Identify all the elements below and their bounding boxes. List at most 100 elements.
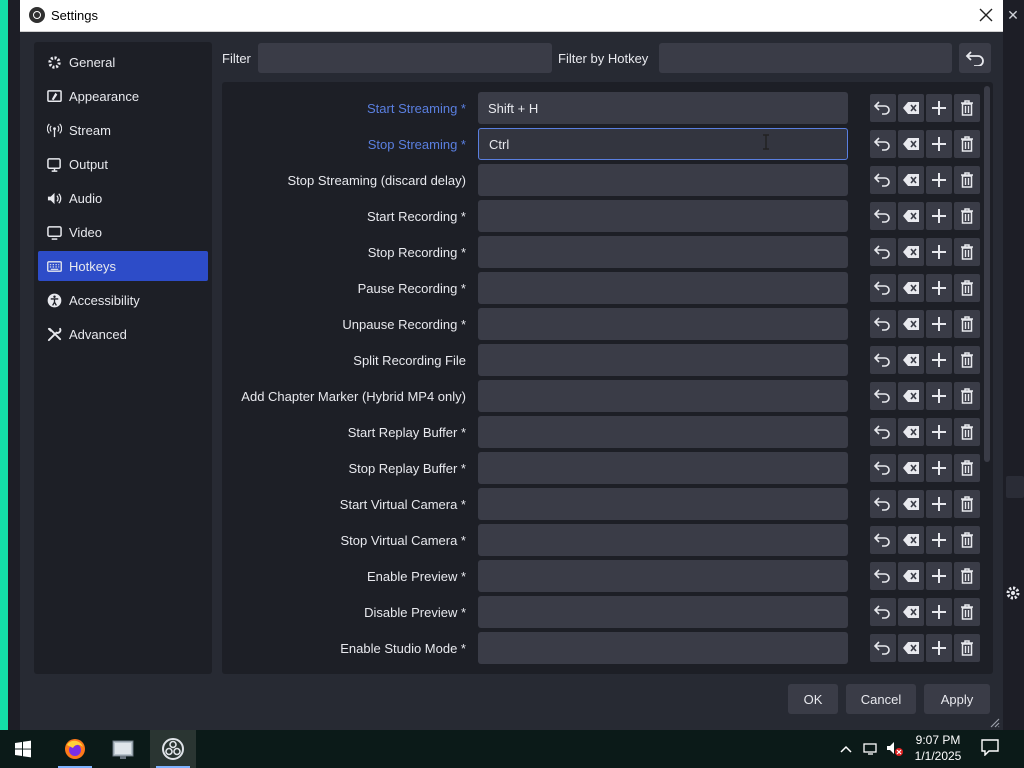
add-hotkey-button[interactable] xyxy=(926,94,952,122)
add-hotkey-button[interactable] xyxy=(926,382,952,410)
remove-hotkey-button[interactable] xyxy=(954,202,980,230)
hotkey-input[interactable] xyxy=(478,596,848,628)
hotkey-input[interactable]: Ctrl xyxy=(478,128,848,160)
sidebar-item-audio[interactable]: Audio xyxy=(38,183,208,213)
sidebar-item-general[interactable]: General xyxy=(38,47,208,77)
sidebar-item-appearance[interactable]: Appearance xyxy=(38,81,208,111)
sidebar-item-advanced[interactable]: Advanced xyxy=(38,319,208,349)
add-hotkey-button[interactable] xyxy=(926,346,952,374)
remove-hotkey-button[interactable] xyxy=(954,94,980,122)
hotkey-input[interactable] xyxy=(478,488,848,520)
filter-input[interactable] xyxy=(258,43,552,73)
background-dock-icon[interactable] xyxy=(1006,476,1024,498)
clear-button[interactable] xyxy=(898,130,924,158)
system-clock[interactable]: 9:07 PM 1/1/2025 xyxy=(906,732,970,764)
ok-button[interactable]: OK xyxy=(788,684,838,714)
sidebar-item-hotkeys[interactable]: Hotkeys xyxy=(38,251,208,281)
revert-button[interactable] xyxy=(870,418,896,446)
resize-grip-icon[interactable] xyxy=(988,716,1000,728)
revert-button[interactable] xyxy=(870,130,896,158)
hotkey-input[interactable] xyxy=(478,380,848,412)
hotkey-input[interactable]: Shift + H xyxy=(478,92,848,124)
hotkey-input[interactable] xyxy=(478,344,848,376)
clear-button[interactable] xyxy=(898,166,924,194)
hotkey-input[interactable] xyxy=(478,164,848,196)
clear-button[interactable] xyxy=(898,598,924,626)
clear-button[interactable] xyxy=(898,382,924,410)
hotkey-input[interactable] xyxy=(478,308,848,340)
obs-icon[interactable] xyxy=(150,730,196,768)
hotkey-input[interactable] xyxy=(478,416,848,448)
add-hotkey-button[interactable] xyxy=(926,526,952,554)
remove-hotkey-button[interactable] xyxy=(954,418,980,446)
add-hotkey-button[interactable] xyxy=(926,130,952,158)
apply-button[interactable]: Apply xyxy=(924,684,990,714)
background-gear-icon[interactable] xyxy=(1004,582,1022,604)
network-icon[interactable] xyxy=(860,730,882,768)
filter-by-hotkey-input[interactable] xyxy=(659,43,952,73)
revert-button[interactable] xyxy=(870,562,896,590)
revert-button[interactable] xyxy=(870,238,896,266)
add-hotkey-button[interactable] xyxy=(926,634,952,662)
sidebar-item-stream[interactable]: Stream xyxy=(38,115,208,145)
revert-button[interactable] xyxy=(870,274,896,302)
close-icon[interactable] xyxy=(975,4,997,26)
notifications-icon[interactable] xyxy=(980,738,1004,760)
remove-hotkey-button[interactable] xyxy=(954,166,980,194)
clear-button[interactable] xyxy=(898,490,924,518)
sidebar-item-accessibility[interactable]: Accessibility xyxy=(38,285,208,315)
remove-hotkey-button[interactable] xyxy=(954,526,980,554)
windows-start-icon[interactable] xyxy=(0,730,46,768)
hotkey-input[interactable] xyxy=(478,236,848,268)
revert-button[interactable] xyxy=(870,634,896,662)
revert-button[interactable] xyxy=(870,382,896,410)
remove-hotkey-button[interactable] xyxy=(954,130,980,158)
clear-button[interactable] xyxy=(898,310,924,338)
remove-hotkey-button[interactable] xyxy=(954,346,980,374)
add-hotkey-button[interactable] xyxy=(926,274,952,302)
add-hotkey-button[interactable] xyxy=(926,562,952,590)
remove-hotkey-button[interactable] xyxy=(954,238,980,266)
remove-hotkey-button[interactable] xyxy=(954,382,980,410)
background-close-icon[interactable]: ✕ xyxy=(1004,6,1022,24)
add-hotkey-button[interactable] xyxy=(926,418,952,446)
hotkey-input[interactable] xyxy=(478,200,848,232)
add-hotkey-button[interactable] xyxy=(926,202,952,230)
sidebar-item-output[interactable]: Output xyxy=(38,149,208,179)
show-hidden-icons-icon[interactable] xyxy=(836,730,856,768)
file-explorer-icon[interactable] xyxy=(100,730,146,768)
revert-button[interactable] xyxy=(870,526,896,554)
sidebar-item-video[interactable]: Video xyxy=(38,217,208,247)
remove-hotkey-button[interactable] xyxy=(954,274,980,302)
remove-hotkey-button[interactable] xyxy=(954,454,980,482)
clear-button[interactable] xyxy=(898,634,924,662)
clear-button[interactable] xyxy=(898,94,924,122)
add-hotkey-button[interactable] xyxy=(926,166,952,194)
remove-hotkey-button[interactable] xyxy=(954,634,980,662)
revert-button[interactable] xyxy=(870,310,896,338)
revert-button[interactable] xyxy=(870,454,896,482)
volume-muted-icon[interactable] xyxy=(884,730,906,768)
cancel-button[interactable]: Cancel xyxy=(846,684,916,714)
firefox-icon[interactable] xyxy=(52,730,98,768)
add-hotkey-button[interactable] xyxy=(926,310,952,338)
revert-button[interactable] xyxy=(870,94,896,122)
add-hotkey-button[interactable] xyxy=(926,238,952,266)
clear-button[interactable] xyxy=(898,526,924,554)
revert-button[interactable] xyxy=(870,346,896,374)
clear-button[interactable] xyxy=(898,238,924,266)
hotkey-input[interactable] xyxy=(478,632,848,664)
revert-button[interactable] xyxy=(870,202,896,230)
revert-button[interactable] xyxy=(870,598,896,626)
add-hotkey-button[interactable] xyxy=(926,490,952,518)
remove-hotkey-button[interactable] xyxy=(954,490,980,518)
hotkey-input[interactable] xyxy=(478,272,848,304)
hotkey-input[interactable] xyxy=(478,524,848,556)
clear-button[interactable] xyxy=(898,202,924,230)
hotkey-input[interactable] xyxy=(478,452,848,484)
remove-hotkey-button[interactable] xyxy=(954,310,980,338)
clear-button[interactable] xyxy=(898,454,924,482)
remove-hotkey-button[interactable] xyxy=(954,598,980,626)
scrollbar[interactable] xyxy=(984,86,990,462)
revert-button[interactable] xyxy=(870,490,896,518)
